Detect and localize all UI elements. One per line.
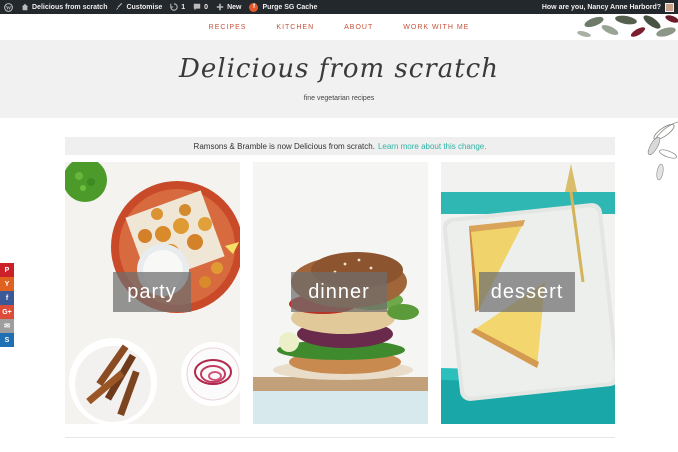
content-divider — [65, 437, 615, 438]
social-share-bar: P Y f G+ ✉ S — [0, 263, 14, 347]
plus-icon — [216, 3, 224, 11]
category-tile-dinner[interactable]: dinner — [253, 162, 428, 424]
pinterest-icon[interactable]: P — [0, 263, 14, 277]
tile-label-dinner: dinner — [291, 272, 387, 312]
email-icon[interactable]: ✉ — [0, 319, 14, 333]
site-title[interactable]: Delicious from scratch — [0, 54, 678, 84]
stumbleupon-icon[interactable]: S — [0, 333, 14, 347]
category-tile-dessert[interactable]: dessert — [441, 162, 615, 424]
tile-label-dessert: dessert — [479, 272, 575, 312]
admin-bar: W Delicious from scratch Customise 1 0 N… — [0, 0, 678, 14]
site-name-label: Delicious from scratch — [32, 3, 108, 11]
avatar — [665, 2, 674, 12]
new-content-menu[interactable]: New — [212, 0, 245, 14]
home-icon — [21, 3, 29, 11]
greeting-text: How are you, Nancy Anne Harbord? — [541, 3, 661, 11]
purge-cache-button[interactable]: f Purge SG Cache — [245, 0, 321, 14]
comments-link[interactable]: 0 — [189, 0, 212, 14]
customise-label: Customise — [126, 3, 163, 11]
purge-badge-icon: f — [249, 2, 259, 12]
leaves-side-decoration-icon — [647, 121, 678, 181]
site-header: Delicious from scratch fine vegetarian r… — [0, 40, 678, 118]
nav-item-recipes[interactable]: RECIPES — [194, 24, 262, 31]
facebook-icon[interactable]: f — [0, 291, 14, 305]
brush-icon — [115, 3, 123, 11]
nav-item-work-with-me[interactable]: WORK WITH ME — [388, 24, 484, 31]
comment-icon — [193, 3, 201, 11]
updates-icon — [170, 3, 178, 11]
leaves-decoration-icon — [577, 15, 678, 38]
wordpress-logo-icon[interactable]: W — [0, 0, 17, 14]
purge-label: Purge SG Cache — [262, 3, 318, 11]
yummly-icon[interactable]: Y — [0, 277, 14, 291]
rebrand-notice: Ramsons & Bramble is now Delicious from … — [65, 137, 615, 155]
svg-text:W: W — [6, 5, 12, 11]
tile-label-party: party — [113, 272, 191, 312]
nav-item-about[interactable]: ABOUT — [329, 24, 388, 31]
new-label: New — [227, 3, 242, 11]
nav-item-kitchen[interactable]: KITCHEN — [261, 24, 329, 31]
updates-count: 1 — [181, 3, 186, 11]
customise-link[interactable]: Customise — [111, 0, 166, 14]
comments-count: 0 — [204, 3, 209, 11]
notice-text: Ramsons & Bramble is now Delicious from … — [193, 141, 375, 151]
google-plus-icon[interactable]: G+ — [0, 305, 14, 319]
site-name-menu[interactable]: Delicious from scratch — [17, 0, 111, 14]
category-tile-party[interactable]: party — [65, 162, 240, 424]
updates-link[interactable]: 1 — [166, 0, 189, 14]
account-menu[interactable]: How are you, Nancy Anne Harbord? — [541, 2, 678, 12]
notice-link[interactable]: Learn more about this change. — [378, 142, 487, 151]
site-tagline: fine vegetarian recipes — [303, 95, 375, 102]
